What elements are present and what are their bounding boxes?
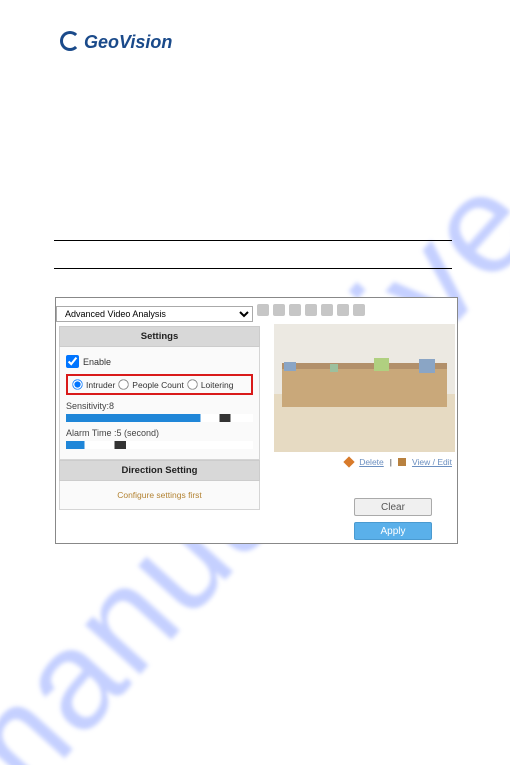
- link-separator: |: [390, 457, 392, 467]
- scene-icon[interactable]: [273, 304, 285, 316]
- pin-icon: [344, 456, 355, 467]
- settings-body: Enable Intruder People Count Loitering: [59, 347, 260, 460]
- divider-top: [54, 240, 452, 241]
- alarm-time-label: Alarm Time :5 (second): [66, 428, 253, 438]
- enable-row: Enable: [66, 355, 253, 368]
- ava-settings-figure: Advanced Video Analysis Settings Enable: [55, 297, 458, 544]
- sensitivity-label: Sensitivity:8: [66, 401, 253, 411]
- finger-icon[interactable]: [257, 304, 269, 316]
- enable-label[interactable]: Enable: [66, 355, 253, 368]
- people-count-option[interactable]: People Count: [117, 378, 184, 391]
- preview-obj-3: [330, 364, 338, 372]
- loitering-option[interactable]: Loitering: [186, 378, 234, 391]
- intruder-radio[interactable]: [72, 379, 82, 389]
- preview-toolbar: [257, 304, 365, 316]
- apply-button[interactable]: Apply: [354, 522, 432, 540]
- snap-icon[interactable]: [337, 304, 349, 316]
- intruder-label: Intruder: [86, 380, 115, 390]
- save-icon[interactable]: [353, 304, 365, 316]
- brand-logo: GeoVision: [60, 28, 172, 53]
- mode-dropdown[interactable]: Advanced Video Analysis: [56, 306, 253, 322]
- direction-body: Configure settings first: [59, 481, 260, 510]
- logo-text: GeoVision: [84, 32, 172, 53]
- divider-bottom: [54, 268, 452, 269]
- preview-obj-4: [374, 358, 389, 371]
- preview-counter: [282, 369, 447, 407]
- camera-icon[interactable]: [289, 304, 301, 316]
- direction-header: Direction Setting: [59, 460, 260, 481]
- loitering-label: Loitering: [201, 380, 234, 390]
- enable-checkbox[interactable]: [66, 355, 79, 368]
- intruder-option[interactable]: Intruder: [71, 378, 115, 391]
- enable-text: Enable: [83, 357, 111, 367]
- record-icon[interactable]: [321, 304, 333, 316]
- clear-button[interactable]: Clear: [354, 498, 432, 516]
- video-preview: [274, 324, 455, 452]
- zoom-icon[interactable]: [305, 304, 317, 316]
- preview-links: Delete | View / Edit: [345, 457, 452, 467]
- settings-header: Settings: [59, 326, 260, 347]
- preview-obj-2: [419, 359, 435, 373]
- people-count-label: People Count: [132, 380, 184, 390]
- preview-obj-1: [284, 362, 296, 371]
- sensitivity-slider[interactable]: [66, 414, 253, 422]
- settings-panel: Settings Enable Intruder People Coun: [59, 326, 260, 510]
- ava-type-selector: Intruder People Count Loitering: [66, 374, 253, 395]
- view-edit-link[interactable]: View / Edit: [412, 457, 452, 467]
- delete-link[interactable]: Delete: [359, 457, 384, 467]
- logo-c-icon: [60, 31, 80, 51]
- direction-message: Configure settings first: [117, 490, 202, 500]
- loitering-radio[interactable]: [187, 379, 197, 389]
- alarm-time-slider[interactable]: [66, 441, 253, 449]
- people-count-radio[interactable]: [119, 379, 129, 389]
- pencil-icon: [398, 458, 406, 466]
